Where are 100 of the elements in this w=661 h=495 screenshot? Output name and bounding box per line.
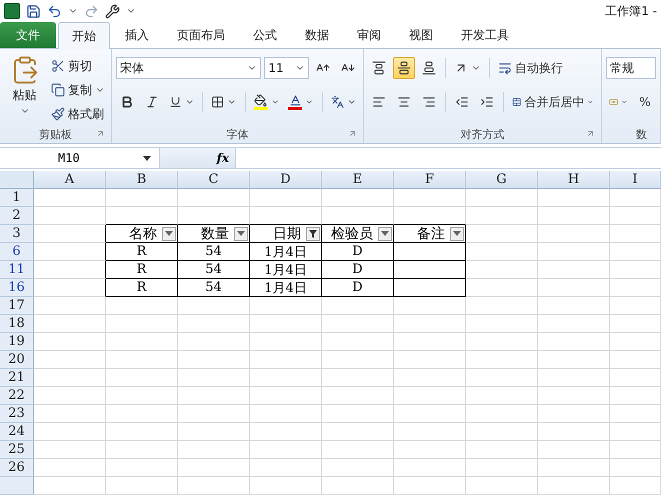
ribbon-tab[interactable]: 开发工具 (448, 22, 522, 48)
align-top-icon (372, 61, 386, 76)
ribbon-tab[interactable]: 数据 (292, 22, 342, 48)
font-color-icon (288, 94, 302, 110)
ribbon-tab[interactable]: 审阅 (344, 22, 394, 48)
paintbrush-icon (51, 107, 65, 122)
group-label: 对齐方式 (460, 126, 504, 142)
table-cell[interactable]: D (322, 279, 394, 297)
file-tab[interactable]: 文件 (0, 22, 56, 48)
decrease-indent-icon (454, 95, 469, 110)
row-header[interactable]: 6 (0, 243, 34, 261)
ribbon-tab[interactable]: 插入 (112, 22, 162, 48)
dropdown-arrow-icon (453, 231, 461, 236)
row-header[interactable] (0, 477, 34, 495)
row-header[interactable]: 3 (0, 225, 34, 243)
format-painter-button[interactable]: 格式刷 (49, 103, 107, 126)
empty-cell[interactable] (394, 243, 466, 261)
table-cell[interactable]: R (106, 261, 178, 279)
filter-button[interactable] (378, 226, 392, 240)
redo-icon[interactable] (84, 4, 99, 19)
filter-button[interactable] (234, 226, 248, 240)
font-name-combobox[interactable]: 宋体 (116, 57, 262, 80)
ribbon-tab[interactable]: 开始 (58, 22, 110, 50)
increase-indent-icon (480, 95, 494, 110)
window-title: 工作簿1 - (605, 2, 657, 20)
dropdown-arrow-icon (143, 156, 151, 160)
column-header[interactable]: C (178, 171, 250, 189)
copy-button[interactable]: 复制 (49, 79, 107, 102)
row-header[interactable]: 26 (0, 459, 34, 477)
column-header[interactable]: E (322, 171, 394, 189)
wrench-icon[interactable] (105, 4, 120, 19)
ribbon-tab[interactable]: 公式 (240, 22, 290, 48)
launcher-icon[interactable] (348, 129, 357, 138)
table-cell[interactable]: D (322, 243, 394, 261)
wrap-text-button[interactable]: 自动换行 (495, 57, 566, 80)
grid-icon (211, 95, 224, 110)
ribbon-tab[interactable]: 视图 (396, 22, 446, 48)
column-header[interactable]: D (250, 171, 322, 189)
spreadsheet-app-icon[interactable] (4, 3, 20, 20)
table-cell[interactable]: 1月4日 (250, 279, 322, 297)
empty-cell[interactable] (394, 279, 466, 297)
launcher-icon[interactable] (586, 129, 595, 138)
row-header[interactable]: 16 (0, 279, 34, 297)
undo-icon[interactable] (47, 4, 62, 19)
row-header[interactable]: 19 (0, 333, 34, 351)
row-header[interactable]: 25 (0, 441, 34, 459)
table-cell[interactable]: R (106, 243, 178, 261)
header-text: 数量 (201, 224, 229, 242)
column-header[interactable]: B (106, 171, 178, 189)
row-header[interactable]: 18 (0, 315, 34, 333)
launcher-icon[interactable] (96, 129, 105, 138)
table-cell[interactable]: R (106, 279, 178, 297)
column-header[interactable]: A (34, 171, 106, 189)
number-format-combobox[interactable]: 常规 (606, 57, 656, 80)
table-cell[interactable]: 1月4日 (250, 261, 322, 279)
row-header[interactable]: 11 (0, 261, 34, 279)
row-header[interactable]: 21 (0, 369, 34, 387)
table-cell[interactable]: 1月4日 (250, 243, 322, 261)
row-header[interactable]: 24 (0, 423, 34, 441)
filter-button[interactable] (162, 226, 176, 240)
header-text: 日期 (273, 224, 301, 242)
table-cell[interactable]: 54 (178, 261, 250, 279)
column-header[interactable]: F (394, 171, 466, 189)
align-bottom-icon (422, 61, 436, 76)
align-left-icon (372, 95, 386, 110)
row-header[interactable]: 1 (0, 189, 34, 207)
row-header[interactable]: 22 (0, 387, 34, 405)
align-middle-button[interactable] (393, 57, 415, 80)
align-middle-icon (397, 61, 411, 76)
column-header[interactable]: G (466, 171, 538, 189)
merge-center-button[interactable]: 合并后居中 (508, 91, 597, 114)
filter-button[interactable] (450, 226, 464, 240)
header-text: 名称 (129, 224, 157, 242)
languages-icon (330, 95, 344, 110)
underline-icon (169, 95, 182, 110)
percent-button[interactable]: % (634, 91, 656, 114)
select-all-corner[interactable] (0, 171, 34, 189)
align-right-icon (422, 95, 436, 110)
row-header[interactable]: 20 (0, 351, 34, 369)
cut-button[interactable]: 剪切 (49, 55, 107, 78)
font-size-combobox[interactable]: 11 (264, 57, 309, 80)
table-cell[interactable]: 54 (178, 279, 250, 297)
empty-cell[interactable] (394, 261, 466, 279)
dropdown-arrow-icon (165, 231, 173, 236)
italic-icon (145, 95, 159, 110)
row-header[interactable]: 23 (0, 405, 34, 423)
paint-bucket-icon (254, 94, 268, 110)
bold-icon (120, 95, 134, 110)
table-cell[interactable]: 54 (178, 243, 250, 261)
header-text: 备注 (417, 224, 445, 242)
row-header[interactable]: 2 (0, 207, 34, 225)
filter-active-button[interactable] (306, 226, 320, 240)
column-header[interactable]: H (538, 171, 610, 189)
save-icon[interactable] (26, 4, 41, 19)
column-header[interactable]: I (610, 171, 661, 189)
insert-function-button[interactable]: fx (216, 151, 229, 165)
row-header[interactable]: 17 (0, 297, 34, 315)
table-cell[interactable]: D (322, 261, 394, 279)
paste-button[interactable]: 粘贴 (4, 53, 45, 126)
ribbon-tab[interactable]: 页面布局 (164, 22, 238, 48)
